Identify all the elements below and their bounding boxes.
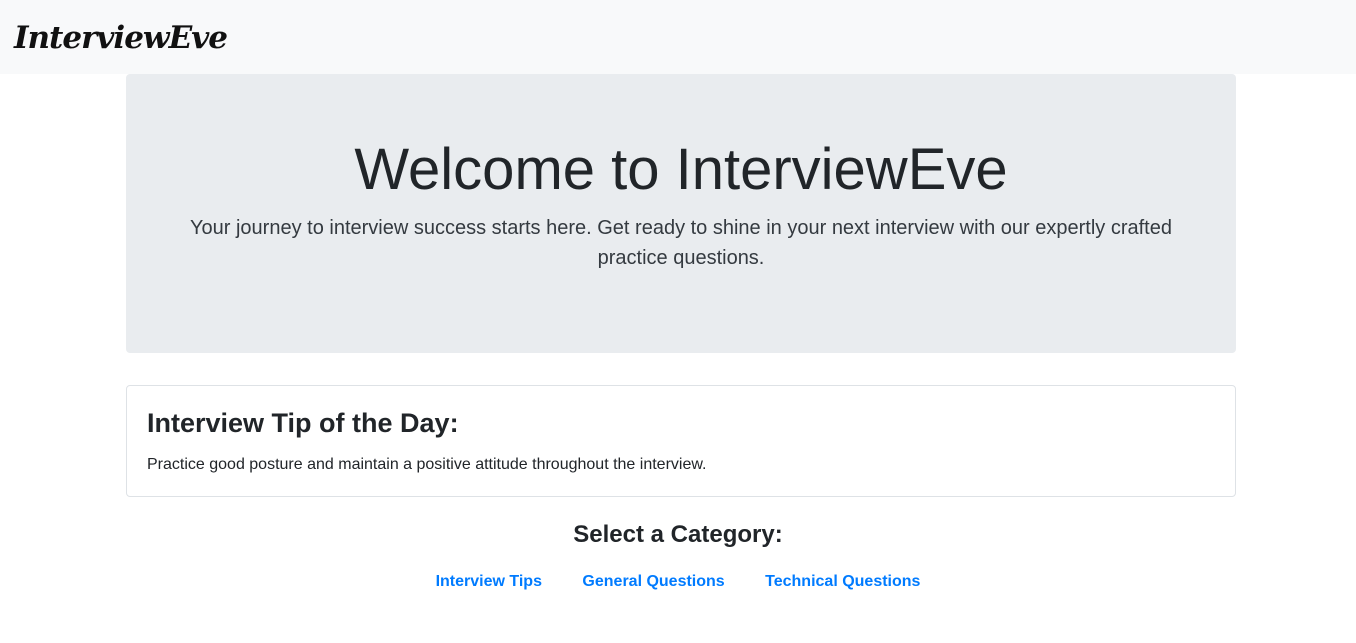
category-link-general-questions[interactable]: General Questions (582, 573, 724, 590)
brand-logo-link[interactable]: InterviewEve (14, 18, 228, 58)
tip-text: Practice good posture and maintain a pos… (147, 456, 707, 473)
hero-title: Welcome to InterviewEve (354, 137, 1008, 202)
category-link-interview-tips[interactable]: Interview Tips (436, 573, 542, 590)
category-heading: Select a Category: (573, 521, 783, 548)
category-links: Interview Tips General Questions Technic… (0, 570, 1356, 594)
hero-subtitle: Your journey to interview success starts… (190, 217, 1172, 269)
tip-heading: Interview Tip of the Day: (147, 408, 459, 438)
hero-jumbotron: Welcome to InterviewEve Your journey to … (126, 74, 1236, 353)
tip-of-the-day-card: Interview Tip of the Day: Practice good … (126, 385, 1236, 497)
category-link-technical-questions[interactable]: Technical Questions (765, 573, 920, 590)
navbar: InterviewEve (0, 0, 1356, 74)
